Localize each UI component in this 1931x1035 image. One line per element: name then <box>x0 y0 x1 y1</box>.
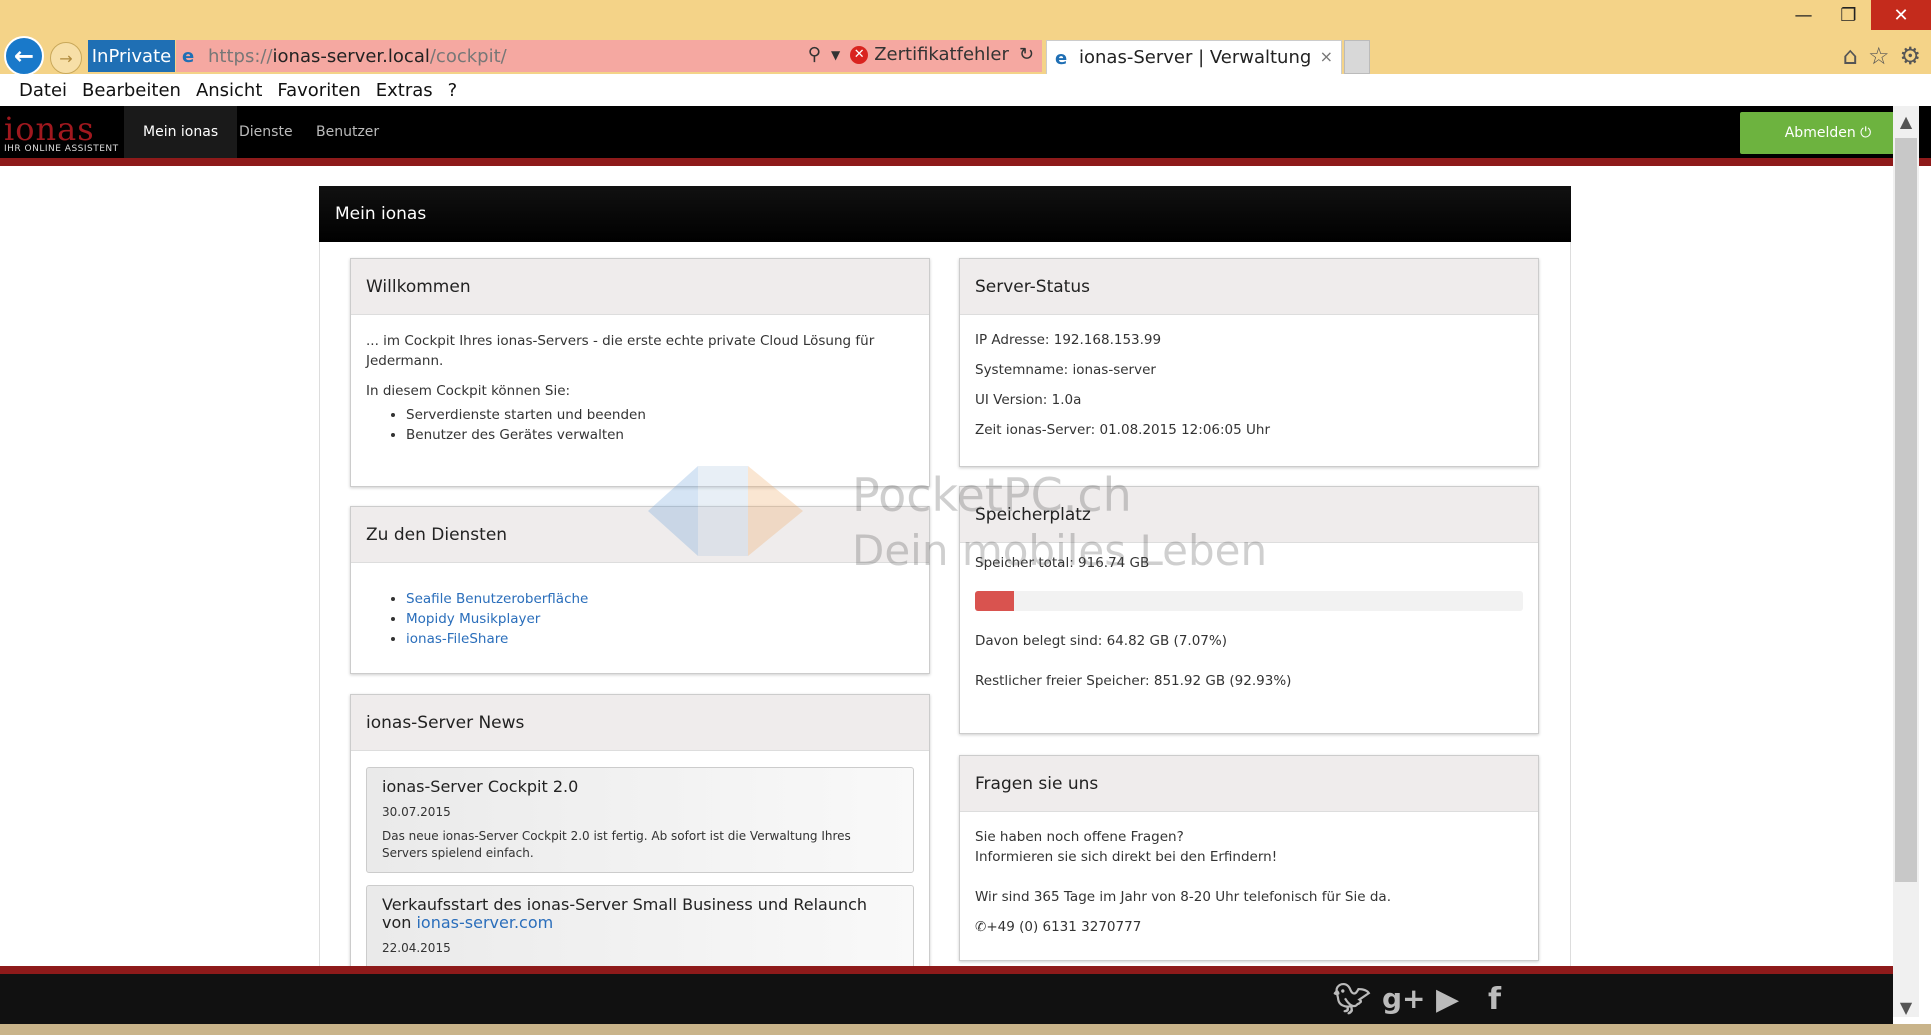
services-panel: Zu den Diensten Seafile Benutzeroberfläc… <box>350 506 930 674</box>
contact-info: Informieren sie sich direkt bei den Erfi… <box>975 849 1278 865</box>
minimize-icon[interactable]: — <box>1781 0 1826 30</box>
server-time: Zeit ionas-Server: 01.08.2015 12:06:05 U… <box>975 422 1271 438</box>
nav-benutzer[interactable]: Benutzer <box>297 106 398 158</box>
page-title: Mein ionas <box>319 186 1571 242</box>
welcome-title: Willkommen <box>351 259 929 315</box>
list-item: Benutzer des Gerätes verwalten <box>406 425 914 445</box>
contact-hours: Wir sind 365 Tage im Jahr von 8-20 Uhr t… <box>975 889 1391 905</box>
scroll-down-icon[interactable]: ▼ <box>1893 998 1919 1017</box>
error-icon: ✕ <box>850 45 869 64</box>
forward-button[interactable]: → <box>50 42 82 74</box>
logout-button[interactable]: Abmelden ⏻ <box>1740 112 1916 154</box>
new-tab-button[interactable] <box>1344 40 1370 74</box>
tab-close-icon[interactable]: × <box>1320 47 1333 66</box>
menu-bearbeiten[interactable]: Bearbeiten <box>82 80 181 101</box>
settings-gear-icon[interactable]: ⚙ <box>1899 42 1921 70</box>
navbar-accent <box>0 158 1931 166</box>
menu-ansicht[interactable]: Ansicht <box>196 80 262 101</box>
storage-free: Restlicher freier Speicher: 851.92 GB (9… <box>975 673 1292 689</box>
vertical-scrollbar[interactable]: ▲ ▼ <box>1893 106 1919 1017</box>
mopidy-link[interactable]: Mopidy Musikplayer <box>406 611 540 627</box>
ie-tab-icon: e <box>1055 48 1068 69</box>
news-title: ionas-Server News <box>351 695 929 751</box>
ie-page-icon: e <box>182 46 195 67</box>
ionas-logo[interactable]: ionas IHR ONLINE ASSISTENT <box>4 113 124 158</box>
menu-bar: Datei Bearbeiten Ansicht Favoriten Extra… <box>0 74 1931 106</box>
home-icon[interactable]: ⌂ <box>1843 42 1858 70</box>
search-icon[interactable]: ⚲ <box>808 44 821 65</box>
system-name: Systemname: ionas-server <box>975 362 1156 378</box>
dropdown-icon[interactable]: ▼ <box>831 48 840 62</box>
restore-icon[interactable]: ❐ <box>1826 0 1871 30</box>
ui-version: UI Version: 1.0a <box>975 392 1082 408</box>
ip-address: IP Adresse: 192.168.153.99 <box>975 332 1162 348</box>
menu-datei[interactable]: Datei <box>19 80 67 101</box>
address-bar[interactable]: e https://ionas-server.local/cockpit/ ⚲ … <box>176 40 1042 72</box>
contact-question: Sie haben noch offene Fragen? <box>975 829 1184 845</box>
ionas-server-link[interactable]: ionas-server.com <box>416 913 553 932</box>
storage-total: Speicher total: 916.74 GB <box>975 555 1150 571</box>
storage-used: Davon belegt sind: 64.82 GB (7.07%) <box>975 633 1227 649</box>
welcome-lead: In diesem Cockpit können Sie: <box>366 383 571 399</box>
services-title: Zu den Diensten <box>351 507 929 563</box>
close-window-icon[interactable]: ✕ <box>1871 0 1931 30</box>
contact-title: Fragen sie uns <box>960 756 1538 812</box>
url-text[interactable]: https://ionas-server.local/cockpit/ <box>208 46 507 67</box>
list-item: Serverdienste starten und beenden <box>406 405 914 425</box>
menu-help[interactable]: ? <box>448 80 458 101</box>
contact-panel: Fragen sie uns Sie haben noch offene Fra… <box>959 755 1539 961</box>
storage-progress-fill <box>975 591 1014 611</box>
scrollbar-thumb[interactable] <box>1895 138 1917 882</box>
phone-icon: ✆ <box>975 919 987 935</box>
server-status-title: Server-Status <box>960 259 1538 315</box>
taskbar <box>0 1024 1931 1035</box>
refresh-icon[interactable]: ↻ <box>1019 44 1034 65</box>
storage-panel: Speicherplatz Speicher total: 916.74 GB … <box>959 486 1539 734</box>
scroll-up-icon[interactable]: ▲ <box>1893 112 1919 131</box>
contact-phone: ✆+49 (0) 6131 3270777 <box>975 919 1142 935</box>
storage-title: Speicherplatz <box>960 487 1538 543</box>
certificate-error[interactable]: ✕ Zertifikatfehler <box>850 44 1009 65</box>
seafile-link[interactable]: Seafile Benutzeroberfläche <box>406 591 588 607</box>
welcome-panel: Willkommen ... im Cockpit Ihres ionas-Se… <box>350 258 930 487</box>
google-plus-icon[interactable]: g+ <box>1382 982 1426 1015</box>
menu-favoriten[interactable]: Favoriten <box>277 80 360 101</box>
back-button[interactable]: ← <box>4 36 44 76</box>
menu-extras[interactable]: Extras <box>376 80 433 101</box>
server-status-panel: Server-Status IP Adresse: 192.168.153.99… <box>959 258 1539 467</box>
youtube-icon[interactable]: ▶ <box>1436 982 1459 1017</box>
favorites-star-icon[interactable]: ☆ <box>1868 42 1890 70</box>
facebook-icon[interactable]: f <box>1488 982 1501 1017</box>
window-controls: — ❐ ✕ <box>1781 0 1931 30</box>
twitter-icon[interactable]: 🐦︎ <box>1333 982 1371 1017</box>
footer <box>0 974 1893 1024</box>
inprivate-badge: InPrivate <box>88 40 175 72</box>
footer-accent <box>0 966 1893 974</box>
browser-tab[interactable]: e ionas-Server | Verwaltung × <box>1046 40 1342 74</box>
news-panel: ionas-Server News ionas-Server Cockpit 2… <box>350 694 930 974</box>
news-item: ionas-Server Cockpit 2.0 30.07.2015 Das … <box>366 767 914 873</box>
news-item: Verkaufsstart des ionas-Server Small Bus… <box>366 885 914 973</box>
welcome-intro: ... im Cockpit Ihres ionas-Servers - die… <box>366 333 875 369</box>
fileshare-link[interactable]: ionas-FileShare <box>406 631 508 647</box>
storage-progress-bar <box>975 591 1523 611</box>
